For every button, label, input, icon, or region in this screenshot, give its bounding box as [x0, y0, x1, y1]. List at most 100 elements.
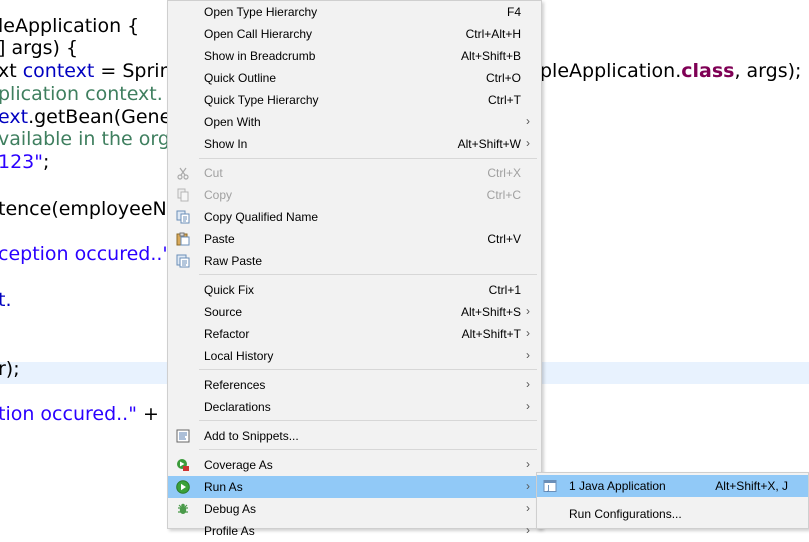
menu-item-shortcut: Alt+Shift+S — [460, 305, 521, 319]
java-app-icon: J — [543, 479, 557, 493]
code-token: r); — [0, 358, 20, 380]
menu-item-label: Add to Snippets... — [204, 429, 299, 443]
menu-item-label: Quick Outline — [204, 71, 277, 85]
menu-separator — [199, 449, 537, 450]
code-line: xt context = Sprin — [0, 60, 172, 82]
menu-item-shortcut: Alt+Shift+W — [457, 137, 521, 151]
menu-item-shortcut: Ctrl+O — [485, 71, 521, 85]
snippets-icon — [176, 429, 190, 443]
menu-item-run-as[interactable]: Run As › — [168, 476, 541, 498]
menu-item-label: Run As — [204, 480, 243, 494]
code-token: 123" — [0, 151, 44, 173]
chevron-right-icon: › — [526, 501, 530, 515]
menu-separator — [199, 158, 537, 159]
submenu-item-shortcut: Alt+Shift+X, J — [715, 479, 788, 493]
menu-item-show-in-breadcrumb[interactable]: Show in Breadcrumb Alt+Shift+B — [168, 45, 541, 67]
menu-separator — [199, 274, 537, 275]
menu-item-cut: Cut Ctrl+X — [168, 162, 541, 184]
menu-item-debug-as[interactable]: Debug As › — [168, 498, 541, 520]
menu-item-show-in[interactable]: Show In Alt+Shift+W › — [168, 133, 541, 155]
menu-item-raw-paste[interactable]: Raw Paste — [168, 250, 541, 272]
run-icon — [176, 480, 190, 494]
chevron-right-icon: › — [526, 326, 530, 340]
code-line: vailable in the org — [0, 128, 170, 150]
chevron-right-icon: › — [526, 348, 530, 362]
copy-qualified-icon — [176, 210, 190, 224]
code-token: .getBean(Gene — [28, 106, 172, 128]
chevron-right-icon: › — [526, 114, 530, 128]
menu-item-copy: Copy Ctrl+C — [168, 184, 541, 206]
code-line: ception occured.." — [0, 243, 171, 265]
run-as-submenu: J 1 Java Application Alt+Shift+X, J Run Con… — [536, 472, 809, 529]
code-line: plication context. — [0, 83, 163, 105]
menu-item-shortcut: Ctrl+X — [487, 166, 521, 180]
code-token: leApplication { — [0, 15, 140, 37]
code-token: vailable in the org — [0, 128, 170, 150]
code-token: context — [22, 60, 95, 82]
menu-item-label: Show In — [204, 137, 248, 151]
code-line: 123"; — [0, 151, 49, 173]
menu-item-refactor[interactable]: Refactor Alt+Shift+T › — [168, 323, 541, 345]
menu-item-label: Copy — [204, 188, 233, 202]
menu-item-profile-as[interactable]: Profile As › — [168, 520, 541, 542]
code-token: xt — [0, 60, 23, 82]
submenu-item-run-configurations[interactable]: Run Configurations... — [537, 503, 808, 525]
menu-item-label: Raw Paste — [204, 254, 263, 268]
menu-item-label: Show in Breadcrumb — [204, 49, 316, 63]
menu-item-copy-qualified-name[interactable]: Copy Qualified Name — [168, 206, 541, 228]
code-token: ; — [43, 151, 50, 173]
menu-item-label: Paste — [204, 232, 235, 246]
menu-item-shortcut: Ctrl+T — [488, 93, 521, 107]
menu-item-shortcut: Alt+Shift+T — [461, 327, 521, 341]
chevron-right-icon: › — [526, 399, 530, 413]
chevron-right-icon: › — [526, 136, 530, 150]
menu-item-coverage-as[interactable]: Coverage As › — [168, 454, 541, 476]
menu-item-label: Source — [204, 305, 243, 319]
menu-item-references[interactable]: References › — [168, 374, 541, 396]
submenu-item-1-java-application[interactable]: J 1 Java Application Alt+Shift+X, J — [537, 475, 808, 497]
menu-item-declarations[interactable]: Declarations › — [168, 396, 541, 418]
menu-item-shortcut: Ctrl+C — [486, 188, 521, 202]
cut-icon — [176, 166, 190, 180]
code-token: class — [681, 60, 735, 82]
menu-item-quick-type-hierarchy[interactable]: Quick Type Hierarchy Ctrl+T — [168, 89, 541, 111]
menu-item-quick-fix[interactable]: Quick Fix Ctrl+1 — [168, 279, 541, 301]
menu-item-shortcut: Alt+Shift+B — [460, 49, 521, 63]
menu-item-label: Open With — [204, 115, 261, 129]
code-token: tence(employeeNu — [0, 198, 179, 220]
context-menu: Open Type Hierarchy F4 Open Call Hierarchy… — [167, 0, 542, 538]
code-line: ext.getBean(Gene — [0, 106, 171, 128]
menu-item-label: References — [204, 378, 266, 392]
menu-item-local-history[interactable]: Local History › — [168, 345, 541, 367]
code-token: plication context. — [0, 83, 163, 105]
code-token: + — [136, 403, 159, 425]
menu-item-shortcut: F4 — [506, 5, 521, 19]
menu-item-label: Copy Qualified Name — [204, 210, 319, 224]
chevron-right-icon: › — [526, 479, 530, 493]
menu-item-open-call-hierarchy[interactable]: Open Call Hierarchy Ctrl+Alt+H — [168, 23, 541, 45]
raw-paste-icon — [176, 254, 190, 268]
paste-icon — [176, 232, 190, 246]
chevron-right-icon: › — [526, 304, 530, 318]
menu-item-quick-outline[interactable]: Quick Outline Ctrl+O — [168, 67, 541, 89]
menu-item-add-to-snippets[interactable]: Add to Snippets... — [168, 425, 541, 447]
menu-item-label: Quick Type Hierarchy — [204, 93, 319, 107]
menu-item-label: Quick Fix — [204, 283, 255, 297]
menu-item-label: Open Type Hierarchy — [204, 5, 318, 19]
menu-item-label: Declarations — [204, 400, 271, 414]
menu-item-open-type-hierarchy[interactable]: Open Type Hierarchy F4 — [168, 1, 541, 23]
code-line: ] args) { — [0, 37, 78, 59]
code-token: ception occured.." — [0, 243, 172, 265]
submenu-item-label: 1 Java Application — [569, 479, 666, 493]
chevron-right-icon: › — [526, 457, 530, 471]
coverage-icon — [176, 458, 190, 472]
menu-item-shortcut: Ctrl+V — [487, 232, 521, 246]
menu-item-paste[interactable]: Paste Ctrl+V — [168, 228, 541, 250]
menu-item-source[interactable]: Source Alt+Shift+S › — [168, 301, 541, 323]
code-line: leApplication { — [0, 15, 139, 37]
menu-item-open-with[interactable]: Open With › — [168, 111, 541, 133]
menu-item-label: Open Call Hierarchy — [204, 27, 313, 41]
code-token: t. — [0, 289, 12, 311]
code-token: = Sprin — [94, 60, 172, 82]
code-line: r); — [0, 358, 20, 380]
